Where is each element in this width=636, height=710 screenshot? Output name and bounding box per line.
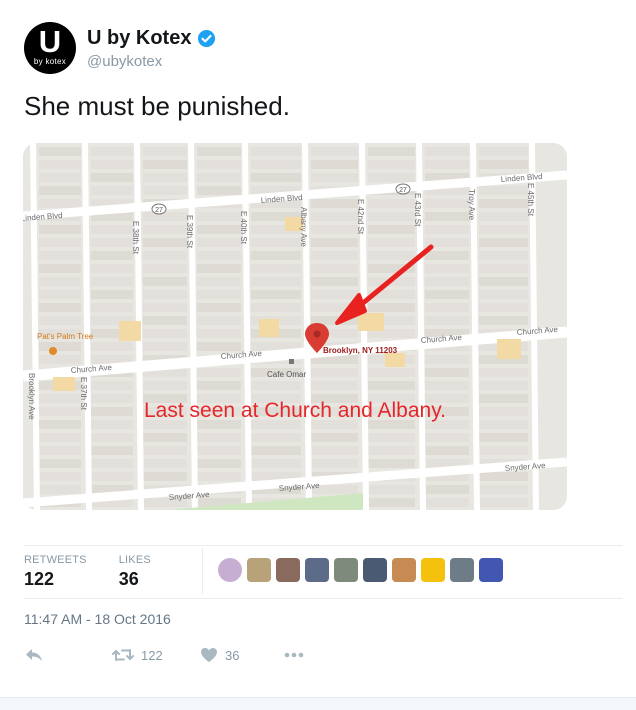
- map-graphic: 27 27 Linden Blvd Linden Blvd Linden Blv…: [23, 143, 567, 510]
- likes-stat[interactable]: LIKES 36: [119, 554, 151, 590]
- liker-avatar[interactable]: [450, 558, 474, 582]
- liker-avatar[interactable]: [305, 558, 329, 582]
- likes-count: 36: [118, 569, 139, 589]
- engagement-stats: RETWEETS 122 LIKES 36: [24, 546, 183, 598]
- divider: [24, 598, 622, 599]
- tweet-actions: 122 36: [24, 643, 304, 667]
- street-label: E 43rd St: [413, 193, 422, 227]
- more-button[interactable]: [284, 652, 304, 658]
- tweet-text: She must be punished.: [24, 91, 290, 121]
- avatar-logo-letter: U: [38, 24, 62, 59]
- street-label: E 42nd St: [356, 199, 365, 235]
- liker-avatars: [218, 558, 508, 582]
- more-icon: [284, 652, 304, 658]
- street-label: Troy Ave: [467, 189, 476, 221]
- liker-avatar[interactable]: [392, 558, 416, 582]
- liker-avatar[interactable]: [363, 558, 387, 582]
- user-handle[interactable]: @ubykotex: [87, 53, 216, 70]
- like-button[interactable]: 36: [200, 647, 284, 663]
- map-caption: Last seen at Church and Albany.: [144, 399, 446, 422]
- tweet-timestamp[interactable]: 11:47 AM - 18 Oct 2016: [24, 611, 171, 627]
- liker-avatar[interactable]: [218, 558, 242, 582]
- street-label: Albany Ave: [299, 207, 308, 247]
- tweet-header: U by kotex U by Kotex @ubykotex: [24, 22, 216, 74]
- display-name[interactable]: U by Kotex: [87, 27, 191, 50]
- retweet-count: 122: [141, 647, 163, 663]
- place-label: Pat's Palm Tree: [37, 332, 94, 341]
- avatar[interactable]: U by kotex: [24, 22, 76, 74]
- retweet-icon: [112, 649, 134, 661]
- restaurant-icon: [49, 347, 57, 355]
- route-shield-label: 27: [155, 207, 163, 214]
- stats-separator: [202, 548, 203, 594]
- retweets-label: RETWEETS: [24, 554, 87, 566]
- avatar-logo-sub: by kotex: [33, 57, 67, 66]
- street-label: E 45th St: [526, 183, 535, 217]
- tweet-image-map[interactable]: 27 27 Linden Blvd Linden Blvd Linden Blv…: [23, 143, 567, 510]
- reply-icon: [26, 649, 42, 661]
- place-label: Cafe Omar: [267, 370, 306, 379]
- liker-avatar[interactable]: [276, 558, 300, 582]
- verified-badge-icon: [198, 29, 216, 48]
- liker-avatar[interactable]: [247, 558, 271, 582]
- street-label: E 38th St: [131, 221, 140, 255]
- author-names: U by Kotex @ubykotex: [87, 27, 216, 70]
- cafe-icon: [289, 359, 294, 364]
- pin-label: Brooklyn, NY 11203: [323, 346, 398, 355]
- street-label: E 40th St: [239, 211, 248, 245]
- retweets-count: 122: [24, 569, 55, 589]
- footer-strip: [0, 698, 636, 710]
- retweet-button[interactable]: 122: [112, 647, 200, 663]
- likes-label: LIKES: [118, 554, 151, 566]
- liker-avatar[interactable]: [334, 558, 358, 582]
- reply-button[interactable]: [24, 647, 112, 663]
- like-count: 36: [225, 647, 240, 663]
- liker-avatar[interactable]: [479, 558, 503, 582]
- retweets-stat[interactable]: RETWEETS 122: [24, 554, 87, 590]
- liker-avatar[interactable]: [421, 558, 445, 582]
- street-label: E 39th St: [185, 215, 194, 249]
- heart-icon: [201, 648, 217, 662]
- route-shield-label: 27: [399, 187, 407, 194]
